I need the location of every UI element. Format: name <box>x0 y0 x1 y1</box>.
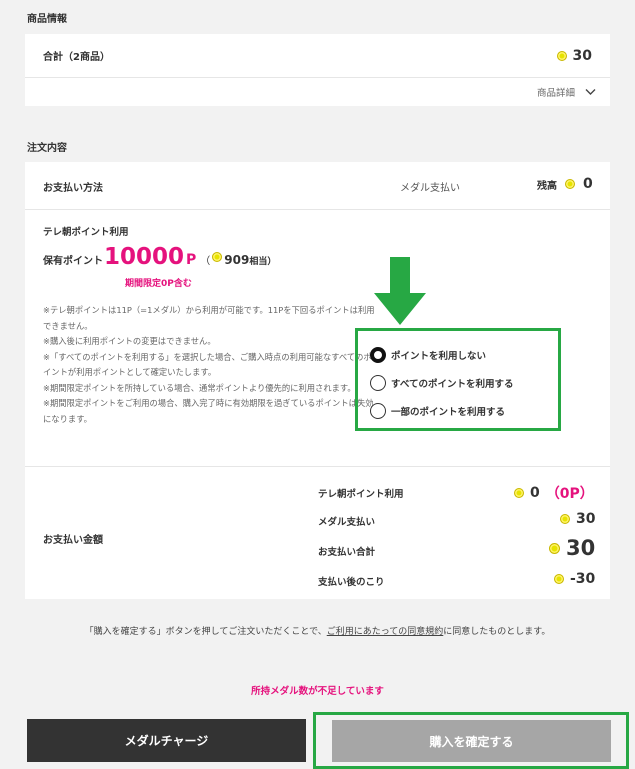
agreement-prefix: 「購入を確定する」ボタンを押してご注文いただくことで、 <box>84 627 327 637</box>
medal-coin-icon <box>514 488 524 498</box>
order-section-title: 注文内容 <box>27 143 67 154</box>
points-note: ※テレ朝ポイントは11P（=1メダル）から利用が可能です。11Pを下回るポイント… <box>43 305 375 331</box>
medal-payment-label: メダル支払い <box>318 517 376 528</box>
remaining-label: 支払い後のこり <box>318 577 385 588</box>
product-detail-label: 商品詳細 <box>536 88 575 99</box>
points-title: テレ朝ポイント利用 <box>43 227 129 238</box>
radio-option-partial-points[interactable]: 一部のポイントを利用する <box>370 401 546 421</box>
medal-payment-amount: 30 <box>560 511 595 527</box>
remaining-value: -30 <box>570 571 596 587</box>
product-detail-toggle[interactable]: 商品詳細 <box>25 78 610 106</box>
medal-charge-button[interactable]: メダルチャージ <box>27 719 306 762</box>
payment-summary: お支払い金額 テレ朝ポイント利用 0 （0P） メダル支払い 30 お支払い合計… <box>25 467 610 598</box>
payment-method-value: メダル支払い <box>400 183 460 194</box>
product-section-title: 商品情報 <box>27 14 67 25</box>
radio-option-no-points[interactable]: ポイントを利用しない <box>370 345 546 365</box>
radio-selected-icon[interactable] <box>370 347 386 363</box>
medal-payment-value: 30 <box>576 511 596 527</box>
arrow-down-icon <box>374 257 426 325</box>
equiv-value: 909 <box>224 253 250 267</box>
remaining-amount: -30 <box>554 571 595 587</box>
points-note: ※期間限定ポイントを所持している場合、通常ポイントより優先的に利用されます。 <box>43 382 356 393</box>
agreement-text: 「購入を確定する」ボタンを押してご注文いただくことで、ご利用にあたっての同意規約… <box>0 624 635 637</box>
payment-amount-label: お支払い金額 <box>43 535 103 546</box>
medal-coin-icon <box>565 179 575 189</box>
total-value: 30 <box>572 47 592 64</box>
paren-open: （ <box>200 256 211 267</box>
balance-label: 残高 <box>537 180 557 192</box>
limited-points-note: 期間限定0P含む <box>125 279 192 289</box>
medal-coin-icon <box>212 252 223 262</box>
points-notes: ※テレ朝ポイントは11P（=1メダル）から利用が可能です。11Pを下回るポイント… <box>43 303 377 427</box>
points-note: ※期間限定ポイントをご利用の場合、購入完了時に有効期限を過ぎているポイントは失効… <box>43 398 374 424</box>
total-amount: 30 <box>556 47 592 64</box>
balance: 残高 0 <box>537 176 593 192</box>
point-use-label: テレ朝ポイント利用 <box>318 489 404 500</box>
points-note: ※購入後に利用ポイントの変更はできません。 <box>43 336 216 346</box>
held-points-value: 10000 <box>104 244 185 270</box>
equiv-suffix: 相当） <box>249 257 277 267</box>
product-card: 合計（2商品） 30 商品詳細 <box>25 34 610 106</box>
balance-value: 0 <box>583 176 593 192</box>
radio-unselected-icon[interactable] <box>370 403 386 419</box>
payment-total-label: お支払い合計 <box>318 547 376 558</box>
chevron-down-icon <box>585 89 596 95</box>
radio-option-label: 一部のポイントを利用する <box>391 407 506 418</box>
point-usage-options: ポイントを利用しない すべてのポイントを利用する 一部のポイントを利用する <box>355 328 561 431</box>
held-points-label: 保有ポイント <box>43 256 103 267</box>
radio-option-label: ポイントを利用しない <box>391 351 487 362</box>
total-label: 合計（2商品） <box>43 52 110 63</box>
points-section: テレ朝ポイント利用 保有ポイント 10000 P （ 909 相当） 期間限定0… <box>25 210 610 467</box>
payment-total-value: 30 <box>566 536 596 560</box>
radio-unselected-icon[interactable] <box>370 375 386 391</box>
confirm-purchase-button[interactable]: 購入を確定する <box>332 720 611 762</box>
agreement-suffix: に同意したものとします。 <box>443 627 551 637</box>
point-use-amount: 0 （0P） <box>514 483 594 503</box>
point-use-value: 0 <box>530 485 540 501</box>
medal-coin-icon <box>556 50 567 61</box>
order-card: お支払い方法 メダル支払い 残高 0 テレ朝ポイント利用 保有ポイント 1000… <box>25 162 610 599</box>
payment-total-amount: 30 <box>549 536 595 560</box>
agreement-terms-link[interactable]: ご利用にあたっての同意規約 <box>327 627 444 637</box>
held-points-unit: P <box>186 252 197 268</box>
radio-option-label: すべてのポイントを利用する <box>391 379 514 390</box>
insufficient-medals-warning: 所持メダル数が不足しています <box>251 686 384 697</box>
confirm-button-highlight: 購入を確定する <box>313 712 629 769</box>
medal-coin-icon <box>549 542 560 554</box>
medal-coin-icon <box>560 514 570 524</box>
payment-method-label: お支払い方法 <box>43 183 103 194</box>
radio-option-all-points[interactable]: すべてのポイントを利用する <box>370 373 546 393</box>
medal-coin-icon <box>554 574 564 584</box>
point-use-points: （0P） <box>545 486 594 502</box>
points-note: ※「すべてのポイントを利用する」を選択した場合、ご購入時点の利用可能なすべてのポ… <box>43 351 372 378</box>
held-points: 保有ポイント 10000 P （ 909 相当） <box>43 244 276 270</box>
